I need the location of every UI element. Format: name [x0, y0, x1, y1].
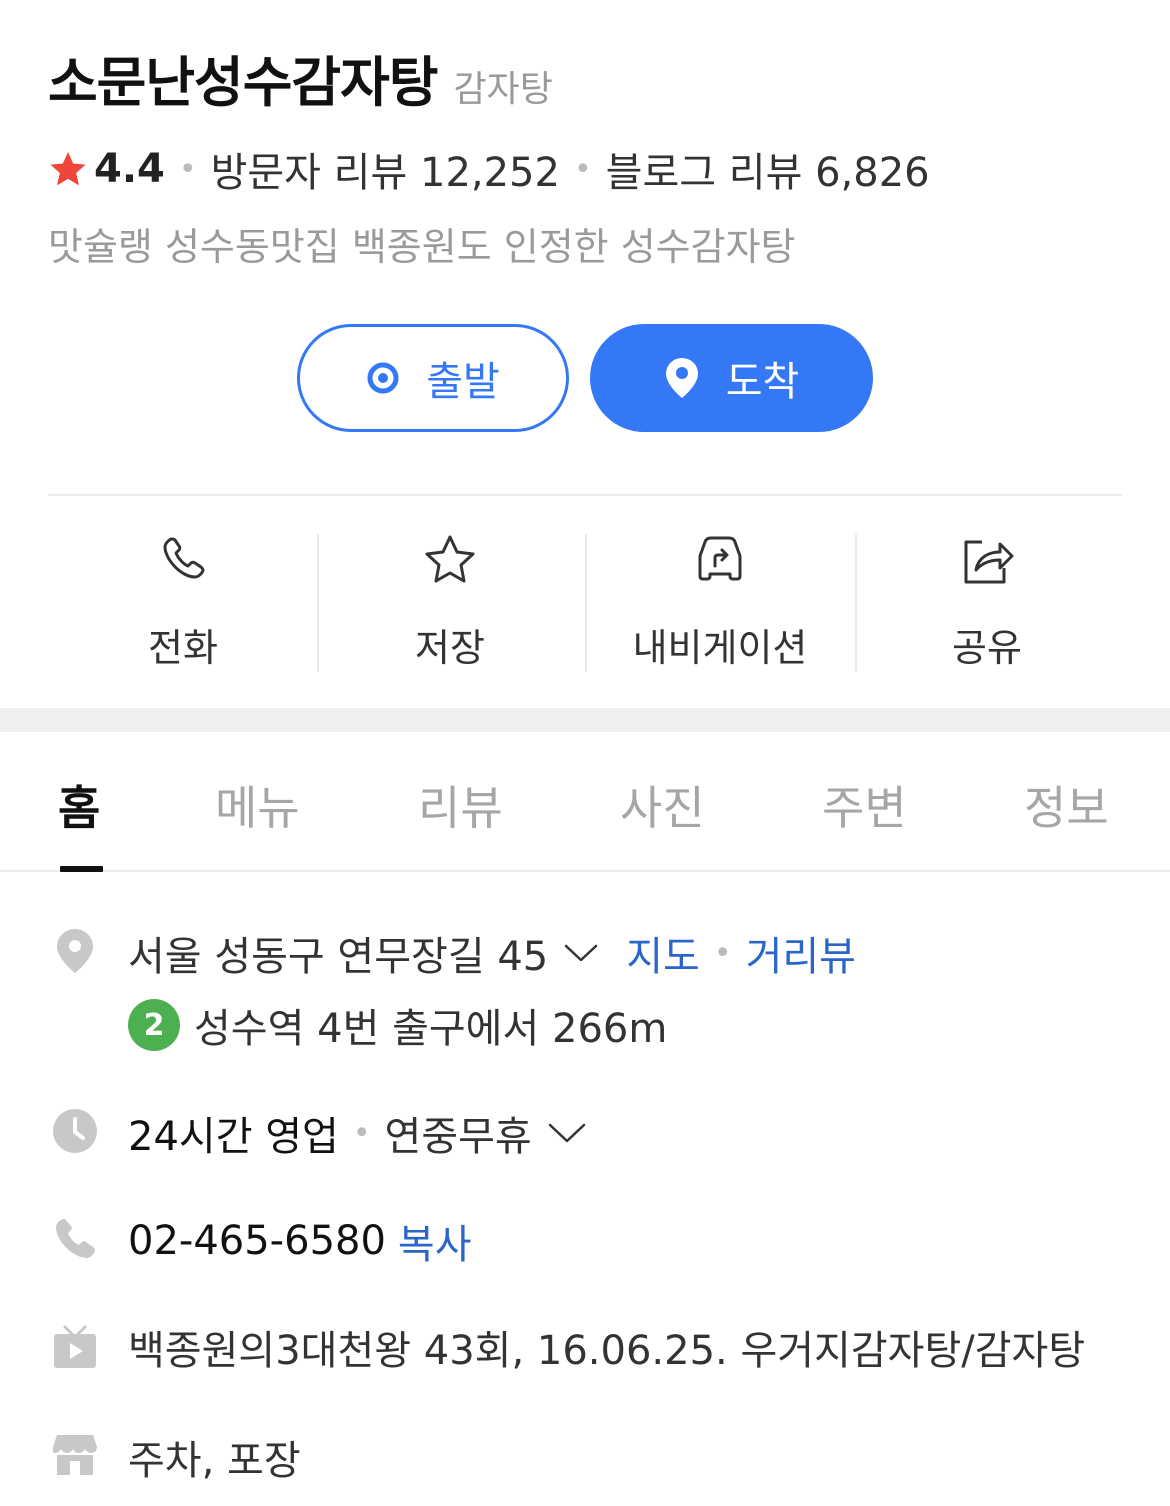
divider — [48, 494, 1122, 496]
street-view-link[interactable]: 거리뷰 — [746, 924, 856, 982]
call-action[interactable]: 전화 — [108, 534, 258, 672]
phone-number[interactable]: 02-465-6580 — [128, 1218, 386, 1264]
place-description: 맛슐랭 성수동맛집 백종원도 인정한 성수감자탕 — [48, 225, 796, 269]
tab-bar: 홈 메뉴 리뷰 사진 주변 정보 — [0, 732, 1170, 872]
navigation-action-label: 내비게이션 — [632, 626, 808, 670]
tab-reviews[interactable]: 리뷰 — [418, 772, 503, 838]
rating-row: 4.4 • 방문자 리뷰 12,252 • 블로그 리뷰 6,826 — [48, 140, 930, 198]
action-separator — [585, 534, 587, 672]
map-link[interactable]: 지도 — [626, 924, 700, 982]
separator-dot: • — [573, 151, 592, 187]
separator-dot: • — [352, 1115, 371, 1151]
start-button[interactable]: 출발 — [297, 324, 569, 432]
subway-text: 성수역 4번 출구에서 266m — [194, 1006, 668, 1052]
place-category: 감자탕 — [453, 69, 553, 110]
tab-info[interactable]: 정보 — [1024, 772, 1109, 838]
chevron-down-icon[interactable] — [548, 1122, 586, 1144]
action-separator — [317, 534, 319, 672]
active-tab-indicator — [60, 866, 103, 872]
facilities-text: 주차, 포장 — [128, 1438, 301, 1484]
phone-row: 02-465-6580 복사 — [128, 1212, 472, 1270]
tab-menu[interactable]: 메뉴 — [215, 772, 300, 838]
arrive-button-label: 도착 — [725, 359, 800, 405]
place-name: 소문난성수감자탕 — [48, 51, 438, 114]
copy-button[interactable]: 복사 — [398, 1212, 472, 1270]
hours-sub: 연중무휴 — [384, 1114, 532, 1160]
tv-appearance: 백종원의3대천왕 43회, 16.06.25. 우거지감자탕/감자탕 — [128, 1328, 1086, 1374]
visitor-reviews-link[interactable]: 방문자 리뷰 12,252 — [211, 140, 560, 198]
share-action[interactable]: 공유 — [912, 534, 1062, 672]
star-outline-icon — [425, 535, 475, 583]
separator-dot: • — [713, 935, 732, 971]
share-icon — [964, 540, 1014, 584]
origin-dot-icon — [366, 361, 400, 395]
share-action-label: 공유 — [952, 626, 1022, 670]
tab-nearby[interactable]: 주변 — [822, 772, 907, 838]
save-action[interactable]: 저장 — [375, 534, 525, 672]
blog-reviews-link[interactable]: 블로그 리뷰 6,826 — [606, 140, 930, 198]
phone-icon — [52, 1216, 98, 1262]
call-action-label: 전화 — [148, 626, 218, 670]
location-pin-icon — [664, 356, 700, 400]
location-pin-icon — [52, 928, 98, 974]
tv-row: 백종원의3대천왕 43회, 16.06.25. 우거지감자탕/감자탕 — [128, 1318, 1085, 1376]
car-navigation-icon — [698, 536, 742, 581]
star-rating-icon — [50, 152, 86, 186]
action-separator — [855, 534, 857, 672]
tab-home[interactable]: 홈 — [58, 772, 100, 838]
chevron-down-icon[interactable] — [564, 943, 598, 963]
address-text: 서울 성동구 연무장길 45 — [128, 934, 549, 980]
rating-value: 4.4 — [94, 146, 165, 192]
facilities-row: 주차, 포장 — [128, 1428, 301, 1486]
save-action-label: 저장 — [415, 626, 485, 670]
clock-icon — [52, 1108, 98, 1154]
place-header: 소문난성수감자탕 감자탕 — [48, 38, 553, 117]
navigation-action[interactable]: 내비게이션 — [620, 534, 820, 672]
subway-line-badge: 2 — [128, 999, 180, 1051]
arrive-button[interactable]: 도착 — [590, 324, 873, 432]
phone-icon — [163, 537, 205, 579]
tv-icon — [52, 1324, 98, 1370]
separator-dot: • — [178, 151, 197, 187]
address-row: 서울 성동구 연무장길 45 지도 • 거리뷰 — [128, 924, 856, 982]
store-icon — [52, 1432, 98, 1478]
hours-row: 24시간 영업 • 연중무휴 — [128, 1104, 586, 1162]
section-divider — [0, 708, 1170, 732]
start-button-label: 출발 — [426, 359, 500, 405]
subway-row: 2 성수역 4번 출구에서 266m — [128, 996, 667, 1054]
tab-photos[interactable]: 사진 — [620, 772, 705, 838]
hours-main: 24시간 영업 — [128, 1114, 339, 1160]
